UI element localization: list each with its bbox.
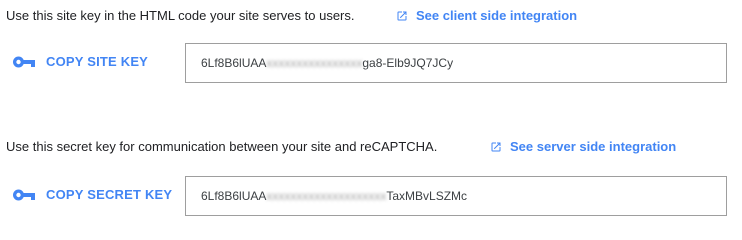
key-icon xyxy=(12,188,36,202)
open-in-new-icon xyxy=(396,10,408,22)
secret-key-description: Use this secret key for communication be… xyxy=(6,139,438,154)
copy-secret-key-label: COPY SECRET KEY xyxy=(46,187,173,202)
key-icon xyxy=(12,55,36,69)
copy-site-key-label: COPY SITE KEY xyxy=(46,54,149,69)
server-integration-link[interactable]: See server side integration xyxy=(490,139,676,155)
open-in-new-icon xyxy=(490,141,502,153)
secret-key-field[interactable]: 6Lf8B6lUAA xxxxxxxxxxxxxxxxxxxx TaxMBvLSZM… xyxy=(185,176,727,216)
copy-secret-key-button[interactable]: COPY SECRET KEY xyxy=(12,187,172,202)
copy-site-key-button[interactable]: COPY SITE KEY xyxy=(12,54,148,69)
server-integration-link-label: See server side integration xyxy=(510,139,677,154)
secret-key-redacted: xxxxxxxxxxxxxxxxxxxx xyxy=(266,189,387,203)
secret-key-suffix: TaxMBvLSZMc xyxy=(386,189,468,203)
site-key-redacted: xxxxxxxxxxxxxxxx xyxy=(266,56,363,70)
site-key-prefix: 6Lf8B6lUAA xyxy=(201,56,267,70)
secret-key-prefix: 6Lf8B6lUAA xyxy=(201,189,267,203)
client-integration-link-label: See client side integration xyxy=(416,8,578,23)
site-key-suffix: ga8-Elb9JQ7JCy xyxy=(362,56,454,70)
site-key-description: Use this site key in the HTML code your … xyxy=(6,8,355,23)
client-integration-link[interactable]: See client side integration xyxy=(396,8,577,24)
site-key-field[interactable]: 6Lf8B6lUAA xxxxxxxxxxxxxxxx ga8-Elb9JQ7JCy xyxy=(185,43,727,83)
